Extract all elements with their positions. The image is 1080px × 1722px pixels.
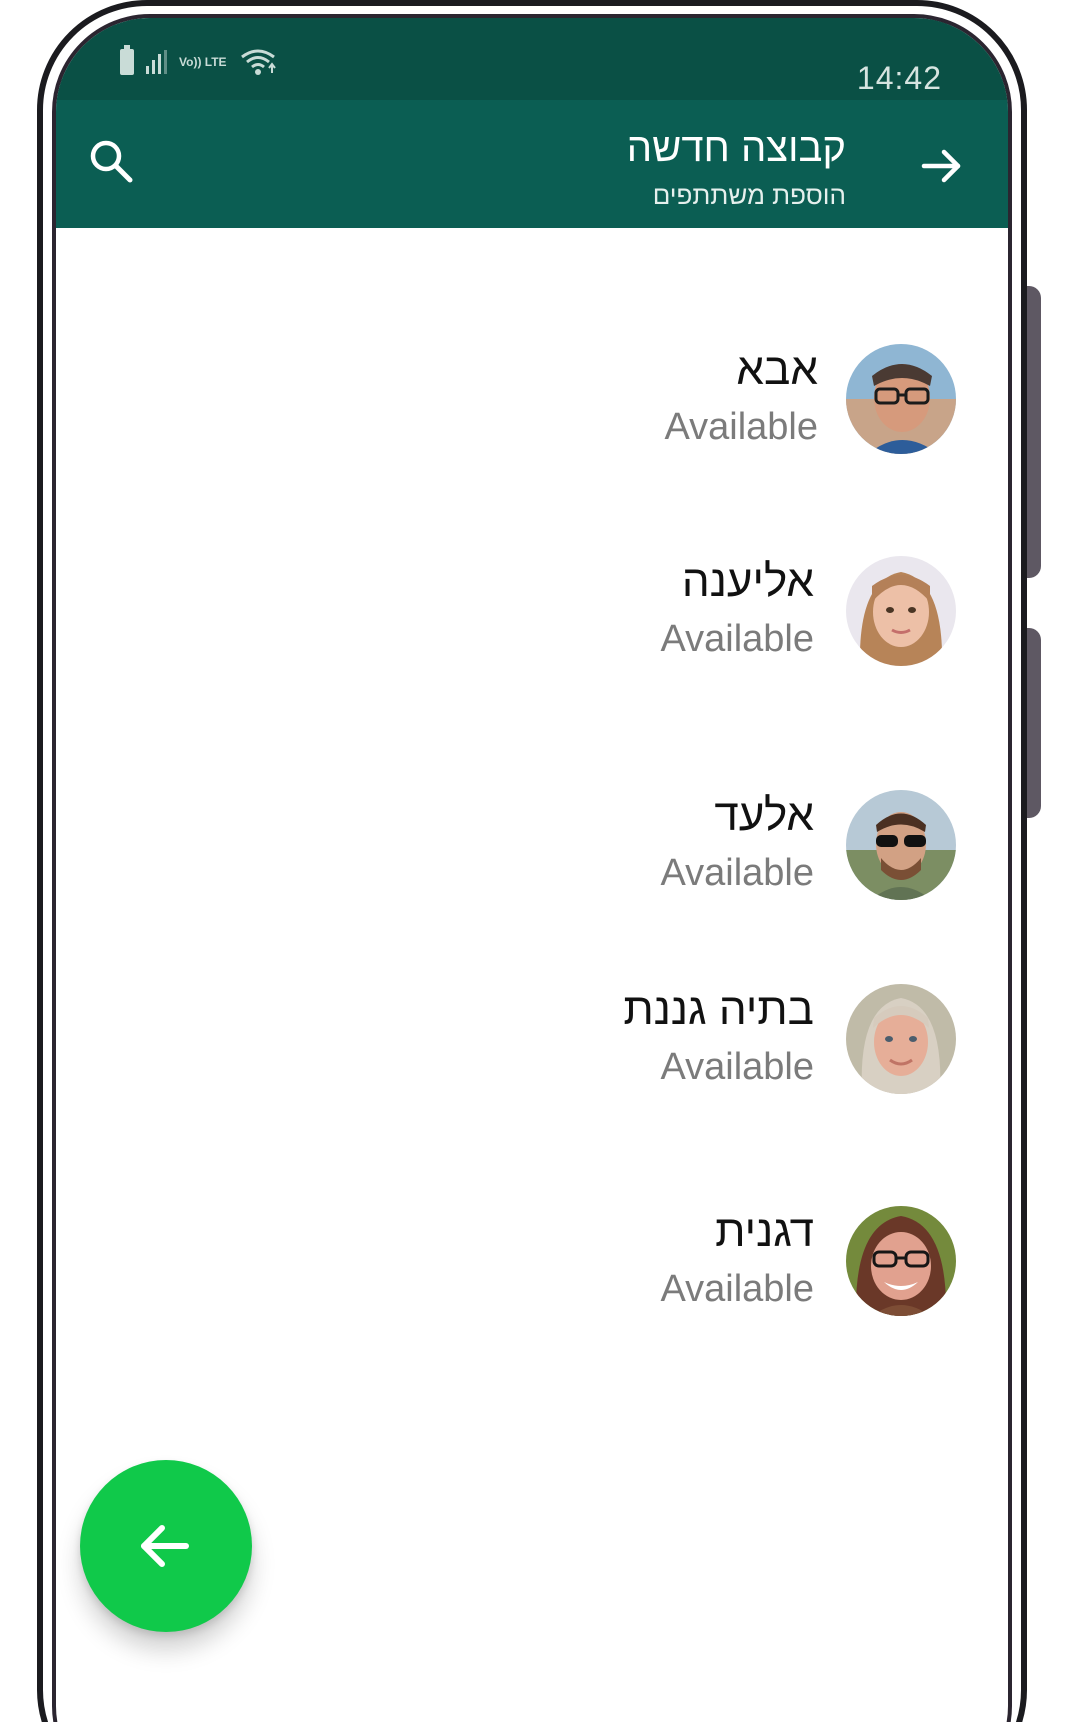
- signal-icon: [146, 50, 167, 74]
- volte-icon: Vo)) LTE: [179, 56, 227, 68]
- wifi-icon: [239, 48, 277, 76]
- page-subtitle: הוספת משתתפים: [652, 180, 846, 210]
- contact-status: Available: [660, 1268, 814, 1310]
- status-icons: Vo)) LTE: [120, 45, 277, 76]
- avatar: [846, 556, 956, 666]
- avatar: [846, 1206, 956, 1316]
- contact-text: דגנית Available: [660, 1206, 814, 1312]
- contact-text: אליענה Available: [660, 556, 814, 662]
- contact-status: Available: [660, 618, 814, 660]
- title-block: קבוצה חדשה הוספת משתתפים: [627, 124, 846, 212]
- contact-name: אלעד: [714, 791, 814, 840]
- contact-name: בתיה גננת: [623, 985, 814, 1034]
- avatar: [846, 790, 956, 900]
- network-label: Vo)) LTE: [179, 55, 227, 69]
- arrow-left-icon: [141, 1525, 189, 1567]
- contact-text: אבא Available: [664, 344, 818, 450]
- arrow-right-icon: [921, 149, 961, 183]
- contact-name: אליענה: [681, 557, 814, 606]
- contact-status: Available: [664, 406, 818, 448]
- volume-button: [1027, 286, 1041, 578]
- contact-name: דגנית: [715, 1207, 814, 1256]
- contact-text: בתיה גננת Available: [623, 984, 814, 1090]
- contact-text: אלעד Available: [660, 790, 814, 896]
- app-bar: קבוצה חדשה הוספת משתתפים: [56, 100, 1008, 228]
- search-icon: [90, 140, 133, 183]
- next-fab-button[interactable]: [80, 1460, 252, 1632]
- back-button[interactable]: [916, 140, 968, 192]
- contact-row[interactable]: אבא Available: [56, 344, 1008, 464]
- power-button: [1027, 628, 1041, 818]
- contact-row[interactable]: בתיה גננת Available: [56, 984, 1008, 1104]
- search-button[interactable]: [86, 136, 138, 188]
- screen: Vo)) LTE 14:42 קבוצה חדשה הוספת משתתפים …: [0, 0, 1080, 1722]
- contact-name: אבא: [736, 345, 818, 394]
- avatar: [846, 984, 956, 1094]
- clock: 14:42: [856, 60, 942, 96]
- contact-status: Available: [660, 1046, 814, 1088]
- page-title: קבוצה חדשה: [626, 126, 846, 170]
- contact-row[interactable]: אלעד Available: [56, 790, 1008, 910]
- avatar: [846, 344, 956, 454]
- contact-row[interactable]: אליענה Available: [56, 556, 1008, 676]
- contact-row[interactable]: דגנית Available: [56, 1206, 1008, 1326]
- contact-status: Available: [660, 852, 814, 894]
- battery-icon: [120, 45, 134, 75]
- status-bar: Vo)) LTE 14:42: [56, 18, 1008, 100]
